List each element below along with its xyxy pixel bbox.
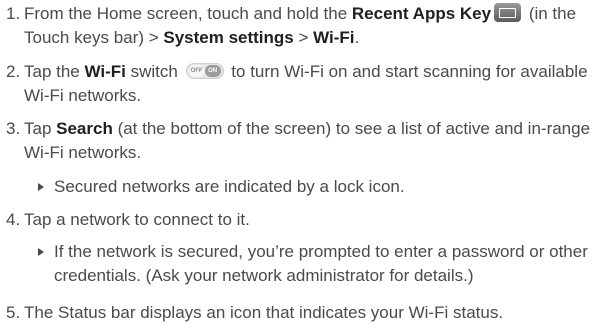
step-4: 4. Tap a network to connect to it. — [6, 208, 604, 232]
switch-on-text: ON — [204, 65, 221, 77]
step-2: 2. Tap the Wi-Fi switch OFF ON to turn Wi… — [6, 60, 604, 108]
step-text: Tap Search (at the bottom of the screen)… — [24, 119, 591, 162]
step-number: 2. — [6, 62, 21, 81]
recent-apps-key-label: Recent Apps Key — [351, 4, 492, 23]
step-3: 3. Tap Search (at the bottom of the scre… — [6, 117, 604, 165]
bullet-text: Secured networks are indicated by a lock… — [54, 177, 405, 196]
step-text: Tap a network to connect to it. — [24, 210, 250, 229]
step-3-bullet: Secured networks are indicated by a lock… — [38, 175, 604, 199]
step-number: 3. — [6, 119, 21, 138]
step-number: 4. — [6, 210, 21, 229]
step-1: 1. From the Home screen, touch and hold … — [6, 2, 604, 50]
step-4-bullet: If the network is secured, you’re prompt… — [38, 240, 604, 288]
bullet-text: If the network is secured, you’re prompt… — [54, 242, 588, 285]
step-text: Tap the Wi-Fi switch OFF ON to turn Wi-Fi… — [24, 62, 588, 105]
triangle-bullet-icon — [38, 183, 44, 191]
recent-apps-key-icon — [494, 3, 522, 22]
wifi-label: Wi-Fi — [84, 62, 126, 81]
switch-off-text: OFF — [188, 65, 205, 77]
search-label: Search — [56, 119, 113, 138]
triangle-bullet-icon — [38, 248, 44, 256]
step-number: 1. — [6, 4, 21, 23]
step-number: 5. — [6, 303, 21, 322]
system-settings-label: System settings — [163, 28, 294, 47]
step-text: From the Home screen, touch and hold the… — [24, 3, 577, 47]
wifi-menu-label: Wi-Fi — [313, 28, 355, 47]
instructions-document: 1. From the Home screen, touch and hold … — [0, 0, 610, 335]
step-5: 5. The Status bar displays an icon that … — [6, 301, 604, 325]
step-text: The Status bar displays an icon that ind… — [24, 303, 504, 322]
wifi-switch-icon: OFF ON — [185, 63, 224, 79]
